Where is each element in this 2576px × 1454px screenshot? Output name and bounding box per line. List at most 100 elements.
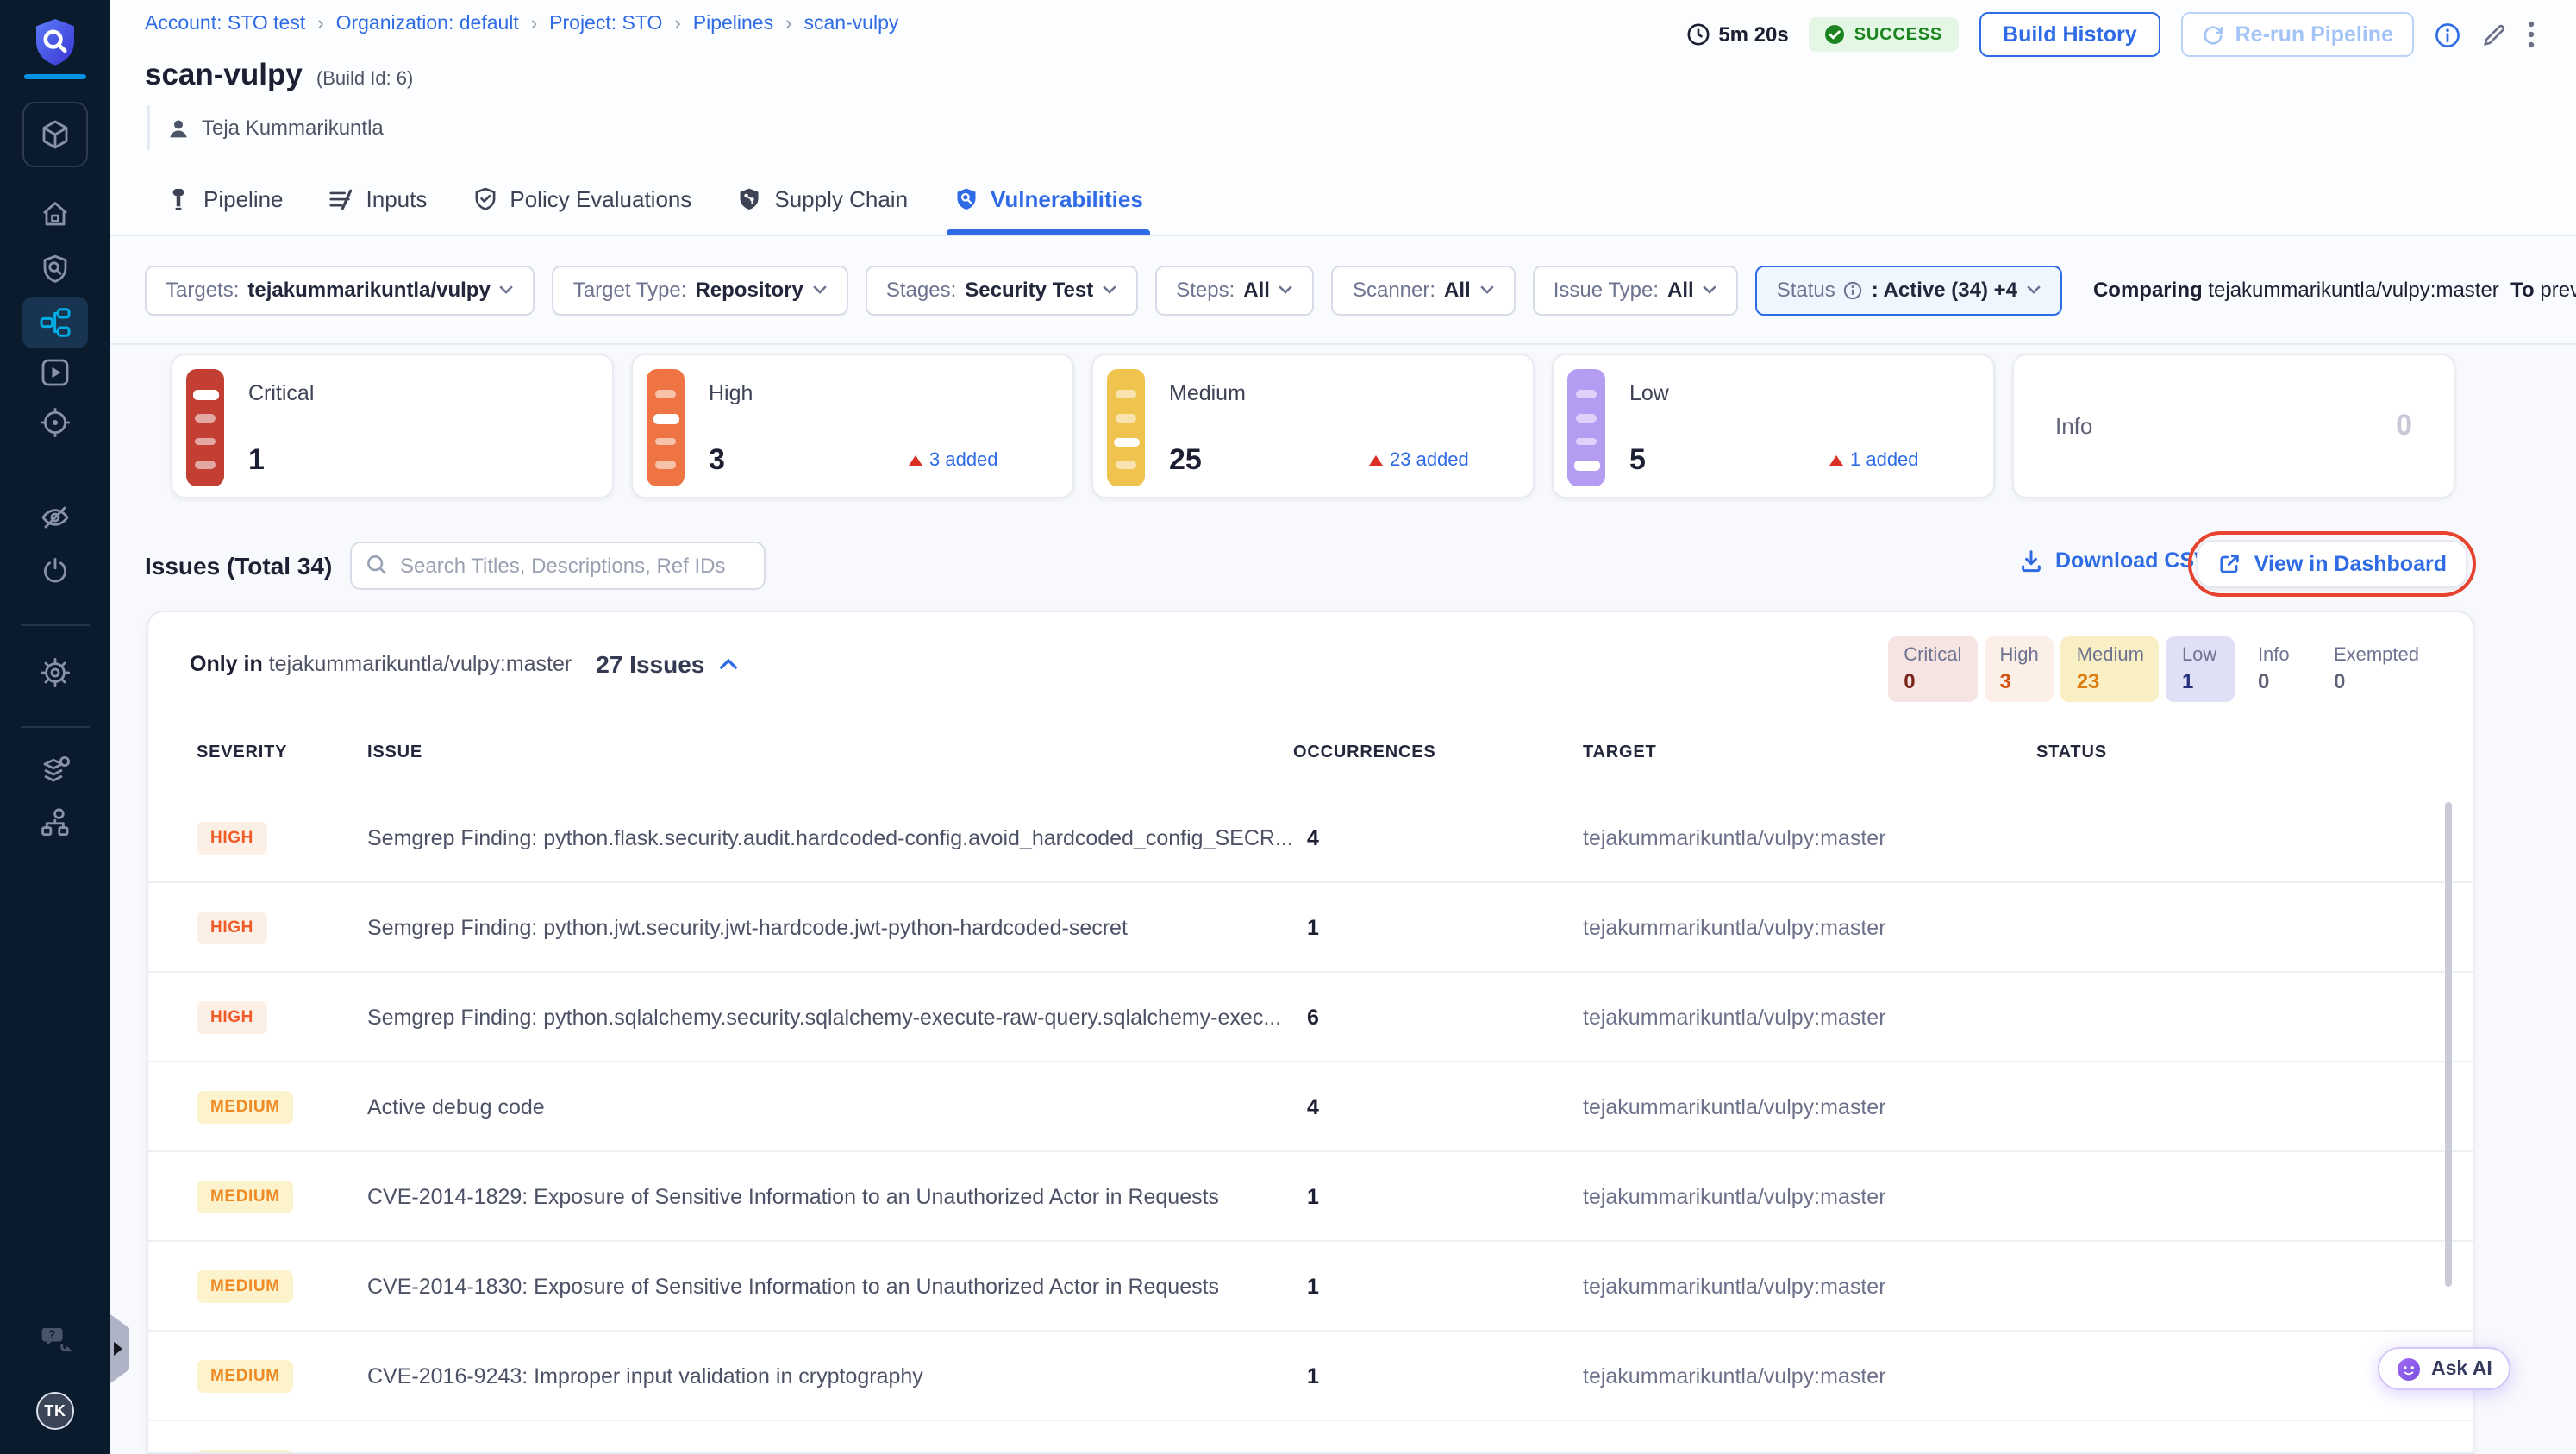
filter-targets[interactable]: Targets: tejakummarikuntla/vulpy [145,265,535,315]
sidebar-item-home[interactable] [0,197,110,231]
search-input[interactable] [350,542,766,590]
occurrences-value: 1 [1307,915,1319,939]
build-duration: 5m 20s [1685,22,1789,47]
breadcrumb-project[interactable]: Project: STO [549,14,662,34]
group-count-toggle[interactable]: 27 Issues [596,650,737,678]
table-header: SEVERITY ISSUE OCCURRENCES TARGET STATUS [148,743,2473,774]
occurrences-value: 6 [1307,1005,1319,1029]
kebab-menu-icon[interactable] [2528,21,2535,48]
card-count: 1 [248,443,265,476]
severity-badge: HIGH [197,911,267,943]
filter-stages[interactable]: Stages: Security Test [865,265,1139,315]
header-actions: 5m 20s SUCCESS Build History Re-run Pipe… [1685,12,2535,57]
target-value: tejakummarikuntla/vulpy:master [1583,1363,1886,1388]
breadcrumb-org[interactable]: Organization: default [336,14,519,34]
ai-avatar-icon [2398,1357,2420,1380]
table-row-partial[interactable]: MEDIUM [148,1421,2473,1452]
chip-high[interactable]: High 3 [1984,636,2054,702]
chip-medium[interactable]: Medium 23 [2060,636,2160,702]
sidebar-item-targets[interactable] [0,405,110,440]
sidebar-item-scans[interactable] [0,252,110,286]
chevron-down-icon [1703,285,1717,294]
table-row[interactable]: MEDIUM Active debug code 4 tejakummariku… [148,1062,2473,1152]
filter-target-type[interactable]: Target Type: Repository [552,265,848,315]
download-csv-button[interactable]: Download CSV [2019,548,2209,573]
severity-badge: MEDIUM [197,1359,294,1392]
table-row[interactable]: HIGH Semgrep Finding: python.flask.secur… [148,793,2473,883]
chip-info[interactable]: Info 0 [2242,636,2311,702]
module-selector-button[interactable] [22,102,88,167]
table-row[interactable]: HIGH Semgrep Finding: python.jwt.securit… [148,883,2473,973]
severity-card-high[interactable]: High 3 3 added [631,354,1074,498]
table-row[interactable]: HIGH Semgrep Finding: python.sqlalchemy.… [148,973,2473,1062]
issue-title: Semgrep Finding: python.sqlalchemy.secur… [367,1005,1282,1029]
table-row[interactable]: MEDIUM CVE-2014-1829: Exposure of Sensit… [148,1152,2473,1242]
status-badge: SUCCESS [1809,17,1959,52]
info-icon[interactable] [2435,22,2460,47]
execution-tabs: Pipeline Inputs Policy Evaluations Suppl… [110,164,2576,236]
filter-scanner[interactable]: Scanner: All [1331,265,1516,315]
sidebar-item-get-started[interactable] [0,554,110,588]
ask-ai-button[interactable]: Ask AI [2378,1347,2511,1390]
user-avatar[interactable]: TK [36,1392,74,1430]
table-row[interactable]: MEDIUM CVE-2016-9243: Improper input val… [148,1332,2473,1421]
added-count: 3 added [909,450,998,471]
filter-steps[interactable]: Steps: All [1155,265,1315,315]
occurrences-value: 1 [1307,1184,1319,1208]
breadcrumb: Account: STO test › Organization: default… [145,14,898,34]
breadcrumb-account[interactable]: Account: STO test [145,14,305,34]
home-icon [43,202,67,226]
card-label: Medium [1169,381,1246,405]
chevron-down-icon [2027,285,2041,294]
gear-icon [41,658,70,687]
tab-supply-chain[interactable]: Supply Chain [736,164,908,235]
filter-issue-type[interactable]: Issue Type: All [1532,265,1739,315]
search-icon [367,555,387,575]
page-title: scan-vulpy [145,57,303,91]
issue-title: CVE-2016-9243: Improper input validation… [367,1363,923,1388]
filter-status[interactable]: Status : Active (34) +4 [1755,265,2062,315]
tab-vulnerabilities[interactable]: Vulnerabilities [946,164,1151,235]
card-count: 3 [709,443,725,476]
sidebar-item-module-config[interactable] [0,754,110,788]
layers-gear-icon [43,756,70,782]
help-chat-button[interactable]: ? [0,1321,110,1357]
breadcrumb-separator: › [674,14,681,34]
breadcrumb-separator: › [530,14,538,34]
severity-card-critical[interactable]: Critical 1 [171,354,614,498]
chip-critical[interactable]: Critical 0 [1888,636,1978,702]
rerun-pipeline-button[interactable]: Re-run Pipeline [2181,12,2414,57]
severity-gauge [1567,369,1605,486]
chevron-up-icon [719,658,737,669]
external-link-icon [2221,555,2240,573]
chip-low[interactable]: Low 1 [2166,636,2235,702]
severity-gauge [647,369,685,486]
tab-inputs[interactable]: Inputs [328,164,427,235]
tab-policy-evaluations[interactable]: Policy Evaluations [472,164,691,235]
view-in-dashboard-button[interactable]: View in Dashboard [2197,540,2467,588]
severity-card-low[interactable]: Low 5 1 added [1552,354,1995,498]
occurrences-value: 1 [1307,1274,1319,1298]
sidebar-item-pipelines-active[interactable] [22,297,88,348]
sidebar-item-org-structure[interactable] [0,805,110,840]
breadcrumb-pipelines[interactable]: Pipelines [693,14,773,34]
sidebar-item-executions[interactable] [0,355,110,390]
severity-badge: MEDIUM [197,1180,294,1213]
table-scrollbar[interactable] [2445,802,2452,1287]
build-history-button[interactable]: Build History [1979,12,2161,57]
tab-pipeline[interactable]: Pipeline [166,164,284,235]
table-row[interactable]: MEDIUM CVE-2014-1830: Exposure of Sensit… [148,1242,2473,1332]
target-icon [41,408,70,437]
occurrences-value: 1 [1307,1363,1319,1388]
edit-pencil-icon[interactable] [2481,22,2507,47]
target-value: tejakummarikuntla/vulpy:master [1583,1184,1886,1208]
chip-exempted[interactable]: Exempted 0 [2318,636,2435,702]
page-header: Account: STO test › Organization: default… [110,0,2576,164]
sidebar-item-hidden-issues[interactable] [0,500,110,535]
breadcrumb-current[interactable]: scan-vulpy [803,14,898,34]
severity-card-info[interactable]: Info 0 [2012,354,2455,498]
sidebar-item-settings[interactable] [0,655,110,690]
column-status: STATUS [2036,743,2107,762]
sto-logo-icon[interactable] [0,16,110,71]
severity-card-medium[interactable]: Medium 25 23 added [1091,354,1535,498]
